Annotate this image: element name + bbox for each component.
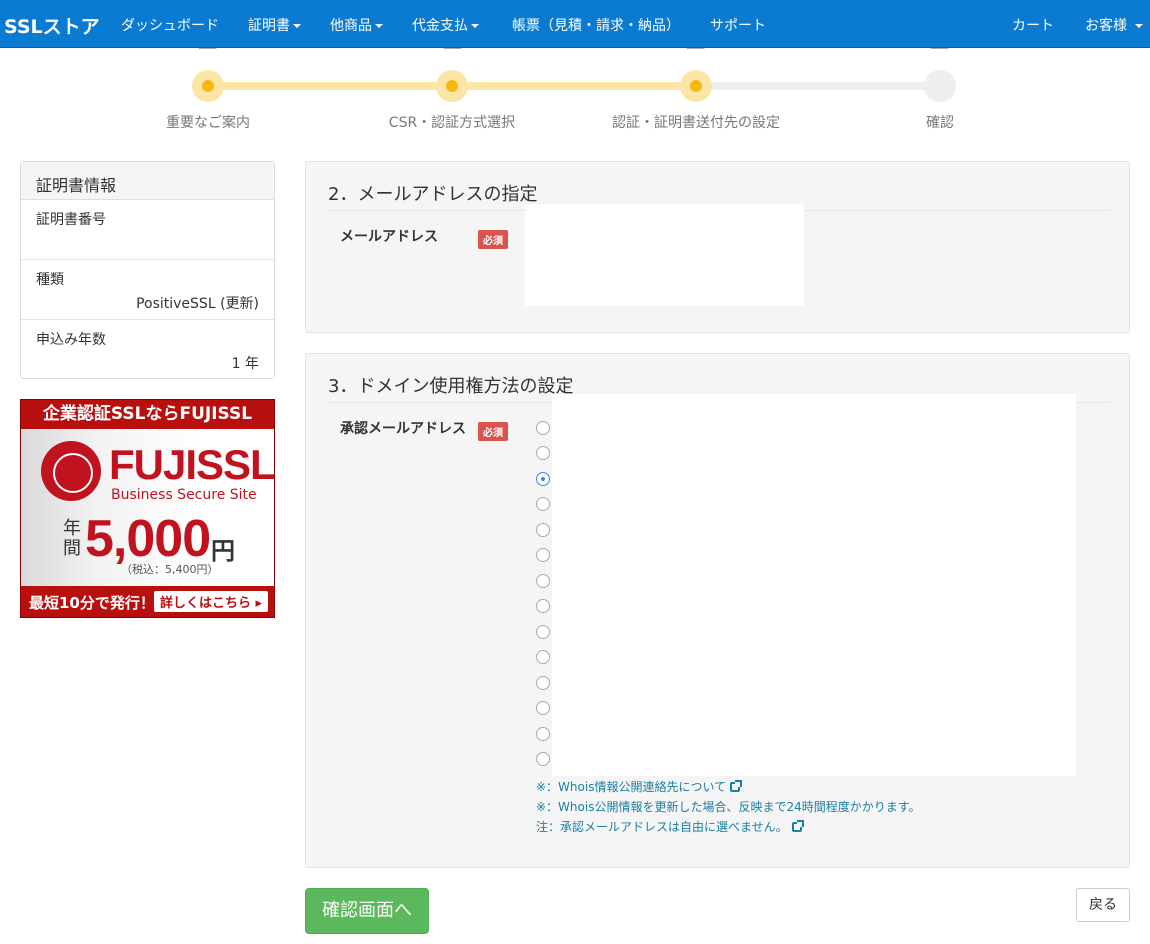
- email-field-label: メールアドレス: [340, 229, 438, 245]
- info-row-cert-number: 証明書番号: [21, 200, 274, 260]
- info-value: PositiveSSL (更新): [136, 296, 259, 312]
- certificate-info-panel: 証明書情報 証明書番号 種類 PositiveSSL (更新) 申込み年数 1 …: [20, 161, 275, 379]
- progress-steps: — — — — 重要なご案内 CSR・認証方式選択 認証・証明書送付先の設定 確…: [0, 48, 1150, 148]
- fujissl-ad-banner[interactable]: 企業認証SSLならFUJISSL FUJISSL Business Secure…: [20, 399, 275, 618]
- info-row-type: 種類 PositiveSSL (更新): [21, 260, 274, 320]
- banner-subtitle: Business Secure Site: [111, 487, 257, 503]
- step-dot-4: [924, 70, 956, 102]
- approval-email-options: [552, 394, 1076, 776]
- banner-footer: 最短10分で発行！ 詳しくはこちら ▸: [21, 586, 274, 617]
- nav-certificates[interactable]: 証明書: [248, 15, 301, 35]
- approval-email-label: 承認メールアドレス: [340, 421, 466, 437]
- step-label-1: 重要なご案内: [166, 115, 250, 131]
- mail-address-section: 2．メールアドレスの指定 メールアドレス 必須: [305, 161, 1130, 333]
- nav-support[interactable]: サポート: [710, 15, 766, 35]
- approval-email-radio[interactable]: [536, 599, 550, 613]
- whois-update-note: ※：Whois公開情報を更新した場合、反映まで24時間程度かかります。: [536, 800, 921, 814]
- banner-annual: 年間: [63, 518, 81, 559]
- section-title: 3．ドメイン使用権方法の設定: [328, 376, 574, 397]
- step-heading-1: —: [148, 48, 268, 58]
- chevron-down-icon: [375, 24, 383, 28]
- approval-email-radio-selected[interactable]: [536, 472, 550, 486]
- step-dot-3: [680, 70, 712, 102]
- banner-price: 5,000: [85, 510, 211, 568]
- step-dot-2: [436, 70, 468, 102]
- info-row-years: 申込み年数 1 年: [21, 320, 274, 378]
- info-value: 1 年: [231, 356, 259, 372]
- brand-logo[interactable]: SSLストア: [4, 12, 100, 39]
- approval-email-radio[interactable]: [536, 650, 550, 664]
- external-link-icon: [791, 820, 804, 832]
- info-label: 証明書番号: [36, 212, 106, 228]
- banner-headline: 企業認証SSLならFUJISSL: [21, 400, 274, 429]
- approval-email-radio[interactable]: [536, 625, 550, 639]
- step-label-4: 確認: [926, 115, 954, 131]
- approval-email-radio[interactable]: [536, 421, 550, 435]
- nav-dashboard[interactable]: ダッシュボード: [121, 15, 219, 35]
- info-value: [36, 233, 259, 251]
- whois-info-link[interactable]: ※：Whois情報公開連絡先について: [536, 778, 743, 795]
- approval-email-radio[interactable]: [536, 446, 550, 460]
- approval-email-radio[interactable]: [536, 701, 550, 715]
- step-label-2: CSR・認証方式選択: [388, 115, 516, 131]
- info-label: 種類: [36, 272, 64, 288]
- approval-email-radio[interactable]: [536, 574, 550, 588]
- step-heading-2: —: [393, 48, 513, 58]
- approval-email-radio[interactable]: [536, 497, 550, 511]
- approval-email-radio[interactable]: [536, 523, 550, 537]
- chevron-down-icon: [293, 24, 301, 28]
- approval-email-radio[interactable]: [536, 548, 550, 562]
- email-field[interactable]: [525, 204, 804, 306]
- approval-email-note-link[interactable]: 注：承認メールアドレスは自由に選べません。: [536, 818, 804, 835]
- banner-tax: （税込：5,400円）: [121, 563, 219, 576]
- nav-documents[interactable]: 帳票（見積・請求・納品）: [512, 15, 680, 35]
- external-link-icon: [730, 780, 743, 792]
- approval-email-radio[interactable]: [536, 752, 550, 766]
- fuji-logo-icon: [41, 441, 101, 501]
- panel-heading: 証明書情報: [21, 162, 274, 200]
- approval-email-radio[interactable]: [536, 676, 550, 690]
- approval-email-radio[interactable]: [536, 727, 550, 741]
- info-label: 申込み年数: [36, 332, 106, 348]
- step-label-3: 認証・証明書送付先の設定: [612, 115, 780, 131]
- nav-account[interactable]: お客様: [1085, 15, 1143, 35]
- back-button[interactable]: 戻る: [1076, 888, 1130, 922]
- domain-validation-section: 3．ドメイン使用権方法の設定 承認メールアドレス 必須 ※：Whois情報公開連…: [305, 353, 1130, 868]
- required-badge: 必須: [478, 422, 508, 441]
- nav-payment[interactable]: 代金支払: [412, 15, 479, 35]
- step-heading-3: —: [636, 48, 756, 58]
- confirm-button[interactable]: 確認画面へ: [305, 888, 429, 934]
- banner-brand: FUJISSL: [109, 441, 275, 488]
- section-title: 2．メールアドレスの指定: [328, 184, 538, 205]
- chevron-down-icon: [471, 24, 479, 28]
- top-navbar: SSLストア ダッシュボード 証明書 他商品 代金支払 帳票（見積・請求・納品）…: [0, 0, 1150, 48]
- chevron-down-icon: [1135, 24, 1143, 28]
- progress-track-remaining: [696, 82, 940, 90]
- step-dot-1: [192, 70, 224, 102]
- nav-other-products[interactable]: 他商品: [330, 15, 383, 35]
- step-heading-4: —: [880, 48, 1000, 58]
- banner-details-button[interactable]: 詳しくはこちら ▸: [153, 591, 268, 612]
- banner-body: FUJISSL Business Secure Site 年間 5,000 円 …: [21, 429, 274, 586]
- banner-tagline: 最短10分で発行！: [29, 594, 155, 612]
- required-badge: 必須: [478, 230, 508, 249]
- nav-cart[interactable]: カート: [1012, 15, 1054, 35]
